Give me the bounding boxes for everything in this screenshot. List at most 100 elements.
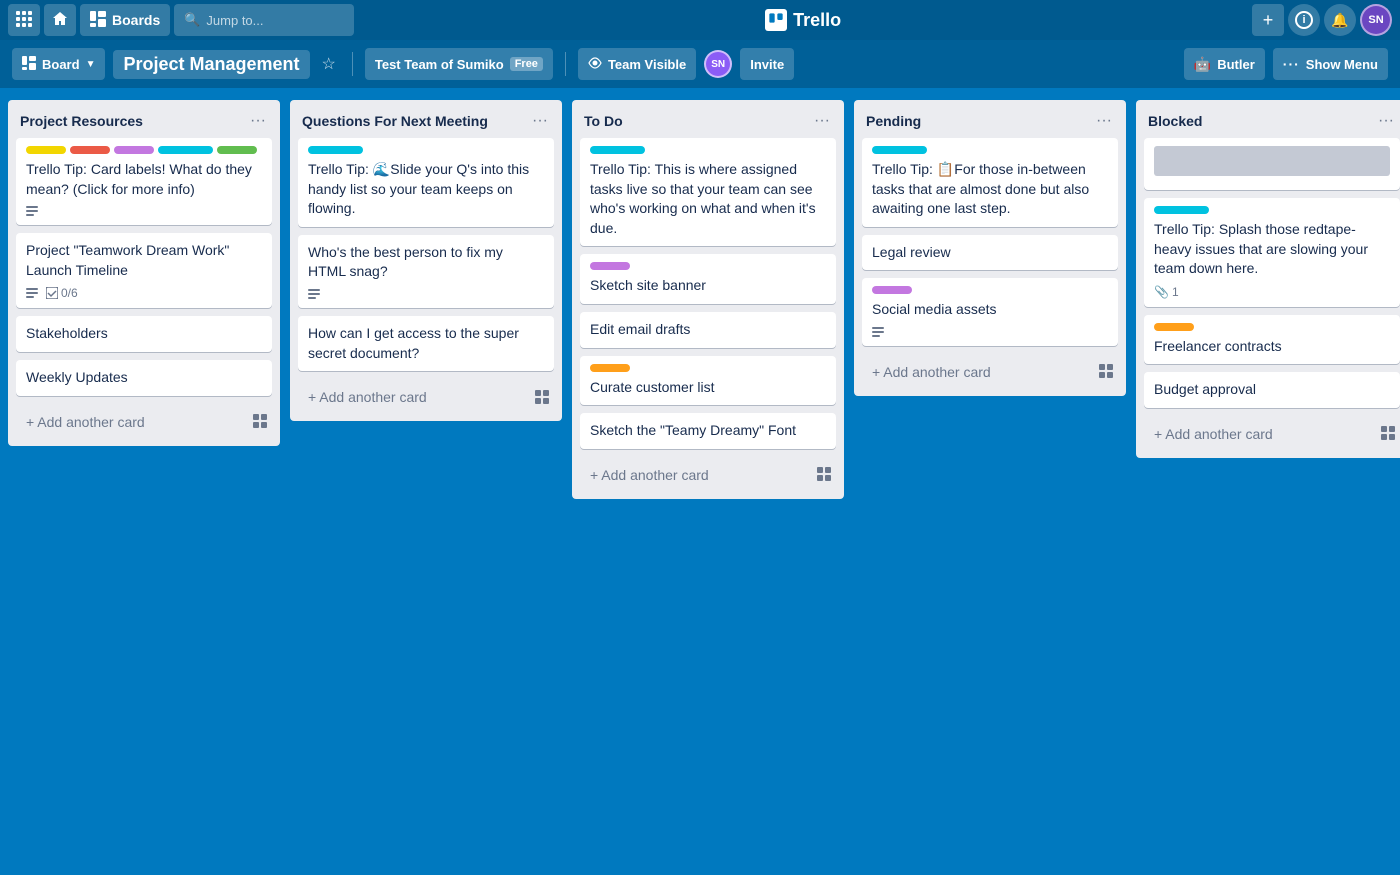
board-title[interactable]: Project Management bbox=[113, 50, 309, 79]
card-text: Social media assets bbox=[872, 300, 1108, 320]
card-labels bbox=[26, 146, 262, 154]
visibility-button[interactable]: Team Visible bbox=[578, 48, 696, 80]
card[interactable]: Freelancer contracts bbox=[1144, 315, 1400, 365]
attachment-icon: 📎 1 bbox=[1154, 285, 1179, 299]
card[interactable]: Project "Teamwork Dream Work" Launch Tim… bbox=[16, 233, 272, 308]
label-cyan bbox=[590, 146, 645, 154]
card-text: Stakeholders bbox=[26, 324, 262, 344]
board-dropdown-icon: ▼ bbox=[86, 59, 96, 70]
card-text: Edit email drafts bbox=[590, 320, 826, 340]
team-label-text: Test Team of Sumiko bbox=[375, 57, 504, 72]
card[interactable]: Legal review bbox=[862, 235, 1118, 271]
card[interactable]: Social media assets bbox=[862, 278, 1118, 346]
card[interactable]: Sketch the "Teamy Dreamy" Font bbox=[580, 413, 836, 449]
card-text: Who's the best person to fix my HTML sna… bbox=[308, 243, 544, 282]
list-blocked: Blocked ··· Trello Tip: Splash those red… bbox=[1136, 100, 1400, 458]
card[interactable]: Sketch site banner bbox=[580, 254, 836, 304]
add-card-button[interactable]: + Add another card bbox=[298, 383, 530, 413]
card[interactable]: Trello Tip: 🌊Slide your Q's into this ha… bbox=[298, 138, 554, 227]
card-template-button[interactable] bbox=[248, 409, 272, 436]
checklist-icon: 0/6 bbox=[46, 286, 78, 300]
card-template-button[interactable] bbox=[530, 385, 554, 412]
board-view-button[interactable]: Board ▼ bbox=[12, 48, 105, 80]
trello-logo: Trello bbox=[765, 9, 841, 31]
card[interactable]: How can I get access to the super secret… bbox=[298, 316, 554, 371]
user-avatar[interactable]: SN bbox=[1360, 4, 1392, 36]
card[interactable]: Curate customer list bbox=[580, 356, 836, 406]
label-green bbox=[217, 146, 257, 154]
add-icon: + bbox=[1263, 10, 1274, 31]
home-button[interactable] bbox=[44, 4, 76, 36]
list-menu-button[interactable]: ··· bbox=[1090, 110, 1118, 132]
card[interactable] bbox=[1144, 138, 1400, 190]
card[interactable]: Edit email drafts bbox=[580, 312, 836, 348]
user-initials: SN bbox=[1368, 14, 1383, 26]
board-user-avatar[interactable]: SN bbox=[704, 50, 732, 78]
list-menu-button[interactable]: ··· bbox=[1372, 110, 1400, 132]
show-menu-dots-icon: ··· bbox=[1283, 56, 1300, 72]
list-to-do: To Do ··· Trello Tip: This is where assi… bbox=[572, 100, 844, 499]
add-card-button[interactable]: + Add another card bbox=[862, 358, 1094, 388]
invite-button[interactable]: Invite bbox=[740, 48, 794, 80]
board-content: Project Resources ··· Trello Tip: Card l… bbox=[0, 88, 1400, 875]
top-nav: Boards 🔍 Trello + i 🔔 SN bbox=[0, 0, 1400, 40]
add-card-area: + Add another card bbox=[572, 457, 844, 499]
card-text: Project "Teamwork Dream Work" Launch Tim… bbox=[26, 241, 262, 280]
add-card-button[interactable]: + Add another card bbox=[580, 461, 812, 491]
list-menu-button[interactable]: ··· bbox=[526, 110, 554, 132]
card-template-button[interactable] bbox=[812, 462, 836, 489]
board-view-icon bbox=[22, 56, 36, 73]
card[interactable]: Who's the best person to fix my HTML sna… bbox=[298, 235, 554, 308]
board-bar-right: 🤖 Butler ··· Show Menu bbox=[1184, 48, 1388, 80]
card-labels bbox=[1154, 146, 1390, 176]
home-icon bbox=[52, 11, 68, 30]
card-footer bbox=[308, 288, 544, 300]
card-labels bbox=[1154, 323, 1390, 331]
boards-icon bbox=[90, 11, 106, 30]
butler-icon: 🤖 bbox=[1194, 56, 1211, 73]
card-labels bbox=[590, 146, 826, 154]
search-input[interactable] bbox=[206, 13, 336, 28]
card-text: Trello Tip: 🌊Slide your Q's into this ha… bbox=[308, 160, 544, 219]
card[interactable]: Stakeholders bbox=[16, 316, 272, 352]
label-purple bbox=[114, 146, 154, 154]
card[interactable]: Trello Tip: Card labels! What do they me… bbox=[16, 138, 272, 225]
card[interactable]: Trello Tip: This is where assigned tasks… bbox=[580, 138, 836, 246]
visibility-label: Team Visible bbox=[608, 57, 686, 72]
label-cyan bbox=[872, 146, 927, 154]
list-menu-button[interactable]: ··· bbox=[808, 110, 836, 132]
info-button[interactable]: i bbox=[1288, 4, 1320, 36]
card-labels bbox=[590, 262, 826, 270]
apps-button[interactable] bbox=[8, 4, 40, 36]
invite-label: Invite bbox=[750, 57, 784, 72]
butler-button[interactable]: 🤖 Butler bbox=[1184, 48, 1265, 80]
notification-button[interactable]: 🔔 bbox=[1324, 4, 1356, 36]
card[interactable]: Trello Tip: 📋For those in-between tasks … bbox=[862, 138, 1118, 227]
card-footer bbox=[872, 326, 1108, 338]
add-card-button[interactable]: + Add another card bbox=[16, 408, 248, 438]
list-menu-button[interactable]: ··· bbox=[244, 110, 272, 132]
add-card-area: + Add another card bbox=[8, 404, 280, 446]
card[interactable]: Weekly Updates bbox=[16, 360, 272, 396]
list-questions-next-meeting: Questions For Next Meeting ··· Trello Ti… bbox=[290, 100, 562, 421]
card-text: Trello Tip: Card labels! What do they me… bbox=[26, 160, 262, 199]
add-card-button[interactable]: + Add another card bbox=[1144, 420, 1376, 450]
show-menu-button[interactable]: ··· Show Menu bbox=[1273, 48, 1388, 80]
card[interactable]: Trello Tip: Splash those redtape-heavy i… bbox=[1144, 198, 1400, 307]
boards-button[interactable]: Boards bbox=[80, 4, 170, 36]
add-card-area: + Add another card bbox=[1136, 416, 1400, 458]
add-button[interactable]: + bbox=[1252, 4, 1284, 36]
star-button[interactable]: ☆ bbox=[318, 50, 340, 78]
list-cards: Trello Tip: Splash those redtape-heavy i… bbox=[1136, 138, 1400, 416]
card-labels bbox=[590, 364, 826, 372]
search-bar[interactable]: 🔍 bbox=[174, 4, 354, 36]
card-text: Sketch the "Teamy Dreamy" Font bbox=[590, 421, 826, 441]
card-footer: 0/6 bbox=[26, 286, 262, 300]
checklist-progress: 0/6 bbox=[61, 286, 78, 300]
team-label-button[interactable]: Test Team of Sumiko Free bbox=[365, 48, 553, 80]
card[interactable]: Budget approval bbox=[1144, 372, 1400, 408]
card-template-button[interactable] bbox=[1376, 421, 1400, 448]
label-orange bbox=[590, 364, 630, 372]
card-labels bbox=[872, 146, 1108, 154]
card-template-button[interactable] bbox=[1094, 359, 1118, 386]
